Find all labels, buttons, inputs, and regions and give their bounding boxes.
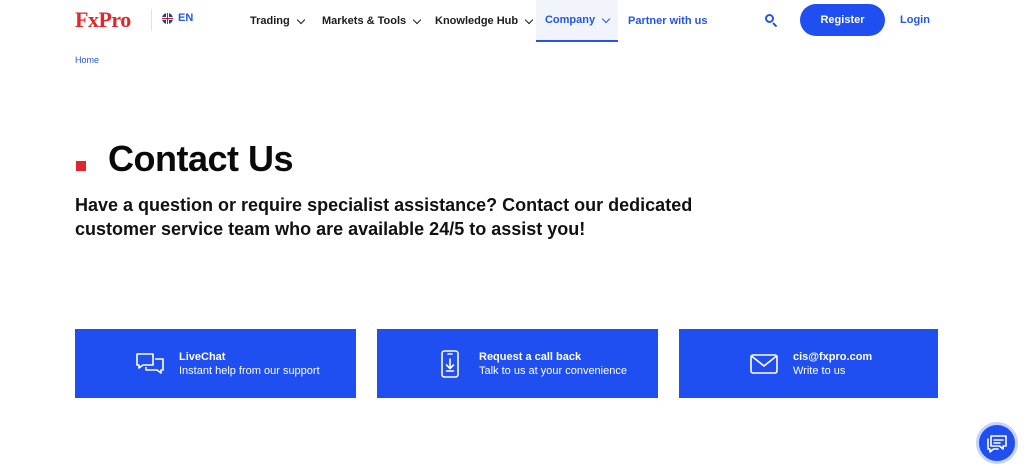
callback-card[interactable]: Request a call back Talk to us at your c… — [377, 329, 658, 398]
chevron-down-icon — [296, 15, 305, 24]
nav-trading-label: Trading — [250, 15, 290, 27]
chevron-down-icon — [412, 15, 422, 24]
nav-partner-with-us[interactable]: Partner with us — [628, 0, 707, 42]
login-link[interactable]: Login — [900, 14, 930, 26]
livechat-desc: Instant help from our support — [179, 364, 320, 377]
email-desc: Write to us — [793, 364, 846, 377]
nav-markets-tools[interactable]: Markets & Tools — [322, 0, 422, 42]
language-selector[interactable]: EN — [162, 12, 193, 24]
email-card[interactable]: cis@fxpro.com Write to us — [679, 329, 938, 398]
language-label: EN — [178, 12, 194, 24]
envelope-icon — [749, 349, 779, 379]
nav-knowledge-hub-label: Knowledge Hub — [435, 15, 519, 27]
chat-bubbles-icon — [987, 435, 1007, 453]
search-icon[interactable] — [765, 14, 778, 28]
fxpro-logo[interactable]: FxPro — [75, 7, 131, 33]
chevron-down-icon — [601, 14, 611, 23]
chat-bubbles-icon — [135, 349, 165, 379]
uk-flag-icon — [162, 12, 173, 24]
breadcrumb-home[interactable]: Home — [75, 55, 99, 65]
nav-company-label: Company — [544, 14, 596, 26]
chat-widget-button[interactable] — [976, 422, 1018, 464]
site-header: FxPro EN Trading Markets & Tools Knowled… — [0, 0, 1024, 42]
nav-trading[interactable]: Trading — [250, 0, 305, 42]
title-accent-square — [76, 161, 86, 171]
callback-title: Request a call back — [479, 350, 582, 363]
page-title: Contact Us — [108, 138, 294, 179]
nav-company[interactable]: Company — [536, 0, 618, 42]
page-subtitle: Have a question or require specialist as… — [75, 195, 693, 239]
header-divider — [151, 9, 152, 31]
email-title: cis@fxpro.com — [793, 350, 873, 363]
phone-download-icon — [435, 349, 465, 379]
livechat-title: LiveChat — [179, 350, 226, 363]
livechat-card[interactable]: LiveChat Instant help from our support — [75, 329, 356, 398]
chevron-down-icon — [524, 15, 534, 24]
nav-partner-label: Partner with us — [628, 15, 708, 27]
callback-desc: Talk to us at your convenience — [479, 364, 627, 377]
nav-knowledge-hub[interactable]: Knowledge Hub — [435, 0, 534, 42]
register-button[interactable]: Register — [800, 4, 885, 36]
nav-markets-tools-label: Markets & Tools — [322, 15, 407, 27]
